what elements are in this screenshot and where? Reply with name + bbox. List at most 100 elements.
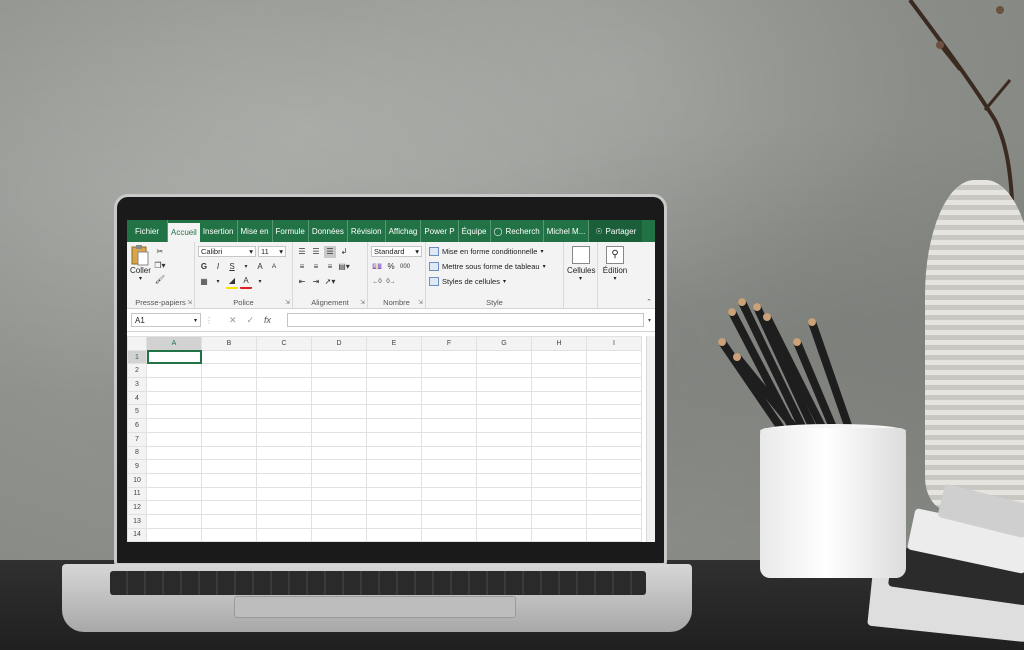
cell[interactable] xyxy=(311,527,367,542)
cell[interactable] xyxy=(146,390,202,406)
cell-a1[interactable] xyxy=(146,349,202,365)
cell[interactable] xyxy=(146,472,202,488)
cell[interactable] xyxy=(256,472,312,488)
collapse-ribbon-icon[interactable]: ⌃ xyxy=(646,298,652,306)
column-header[interactable]: E xyxy=(366,336,422,351)
cell[interactable] xyxy=(476,404,532,420)
conditional-formatting-button[interactable]: Mise en forme conditionnelle ▾ xyxy=(429,244,560,259)
cell[interactable] xyxy=(146,404,202,420)
cell[interactable] xyxy=(421,363,477,379)
cell[interactable] xyxy=(366,459,422,474)
row-header[interactable]: 1 xyxy=(127,349,147,365)
cell[interactable] xyxy=(586,363,642,379)
cell[interactable] xyxy=(366,486,422,502)
bold-button[interactable]: G xyxy=(198,261,210,273)
wrap-text-icon[interactable]: ↲ xyxy=(338,246,350,258)
cell[interactable] xyxy=(531,459,587,474)
cell[interactable] xyxy=(201,349,257,365)
orientation-icon[interactable]: ➚▾ xyxy=(324,276,336,288)
cell[interactable] xyxy=(256,404,312,420)
cell[interactable] xyxy=(146,418,202,433)
align-left-icon[interactable]: ≡ xyxy=(296,261,308,273)
dialog-launcher-icon[interactable]: ⇲ xyxy=(360,299,365,306)
cell[interactable] xyxy=(421,349,477,365)
cell[interactable] xyxy=(366,377,422,392)
cell[interactable] xyxy=(531,472,587,488)
borders-icon[interactable]: ▦ xyxy=(198,276,210,288)
column-header[interactable]: C xyxy=(256,336,312,351)
cell-styles-button[interactable]: Styles de cellules ▾ xyxy=(429,274,560,289)
align-top-icon[interactable]: ☰ xyxy=(296,246,308,258)
cell[interactable] xyxy=(201,363,257,379)
tab-mise-en-page[interactable]: Mise en xyxy=(238,220,273,242)
cell[interactable] xyxy=(311,500,367,515)
font-name-dropdown[interactable]: Calibri ▾ xyxy=(198,246,256,257)
cell[interactable] xyxy=(531,390,587,406)
cell[interactable] xyxy=(146,363,202,379)
font-color-button[interactable]: A xyxy=(240,275,252,289)
check-icon[interactable]: ✓ xyxy=(246,315,254,326)
row-header[interactable]: 3 xyxy=(127,377,147,392)
cell[interactable] xyxy=(311,445,367,461)
decrease-indent-icon[interactable]: ⇤ xyxy=(296,276,308,288)
row-header[interactable]: 4 xyxy=(127,390,147,406)
column-header[interactable]: I xyxy=(586,336,642,351)
cell[interactable] xyxy=(476,500,532,515)
cell[interactable] xyxy=(586,459,642,474)
tab-insertion[interactable]: Insertion xyxy=(200,220,238,242)
increase-indent-icon[interactable]: ⇥ xyxy=(310,276,322,288)
cell[interactable] xyxy=(201,527,257,542)
cell[interactable] xyxy=(311,472,367,488)
row-header[interactable]: 6 xyxy=(127,418,147,433)
cell[interactable] xyxy=(201,390,257,406)
column-header[interactable]: A xyxy=(146,336,202,351)
tell-me-search[interactable]: ◯ Recherch xyxy=(491,220,544,242)
font-size-dropdown[interactable]: 11 ▾ xyxy=(258,246,286,257)
cell[interactable] xyxy=(256,431,312,447)
tab-fichier[interactable]: Fichier xyxy=(127,220,169,242)
cell[interactable] xyxy=(366,404,422,420)
cell[interactable] xyxy=(311,377,367,392)
cell[interactable] xyxy=(421,459,477,474)
cell[interactable] xyxy=(586,527,642,542)
cell[interactable] xyxy=(146,431,202,447)
cells-button[interactable]: Cellules ▾ xyxy=(564,242,598,308)
cell[interactable] xyxy=(476,445,532,461)
cell[interactable] xyxy=(531,418,587,433)
cut-icon[interactable]: ✂ xyxy=(154,245,166,257)
cell[interactable] xyxy=(146,459,202,474)
cell[interactable] xyxy=(256,349,312,365)
tab-accueil[interactable]: Accueil xyxy=(168,223,200,242)
decrease-decimal-icon[interactable]: 0→ xyxy=(385,276,397,288)
cell[interactable] xyxy=(311,349,367,365)
cell[interactable] xyxy=(256,459,312,474)
cell[interactable] xyxy=(476,363,532,379)
cell[interactable] xyxy=(531,404,587,420)
cell[interactable] xyxy=(201,486,257,502)
row-header[interactable]: 9 xyxy=(127,459,147,474)
cell[interactable] xyxy=(201,500,257,515)
cell[interactable] xyxy=(531,349,587,365)
cell[interactable] xyxy=(586,390,642,406)
cell[interactable] xyxy=(421,390,477,406)
percent-button[interactable]: % xyxy=(385,261,397,273)
cell[interactable] xyxy=(256,486,312,502)
cell[interactable] xyxy=(146,513,202,529)
cell[interactable] xyxy=(201,418,257,433)
cell[interactable] xyxy=(586,513,642,529)
cell[interactable] xyxy=(476,486,532,502)
cell[interactable] xyxy=(256,377,312,392)
cell[interactable] xyxy=(311,513,367,529)
cell[interactable] xyxy=(586,404,642,420)
cell[interactable] xyxy=(146,445,202,461)
row-header[interactable]: 14 xyxy=(127,527,147,542)
cell[interactable] xyxy=(366,445,422,461)
row-header[interactable]: 12 xyxy=(127,500,147,515)
decrease-font-button[interactable]: A xyxy=(268,261,280,273)
align-bottom-icon[interactable]: ☰ xyxy=(324,245,336,258)
cell[interactable] xyxy=(586,377,642,392)
cell[interactable] xyxy=(366,500,422,515)
increase-decimal-icon[interactable]: ←0 xyxy=(371,276,383,288)
align-middle-icon[interactable]: ☰ xyxy=(310,246,322,258)
cell[interactable] xyxy=(476,472,532,488)
